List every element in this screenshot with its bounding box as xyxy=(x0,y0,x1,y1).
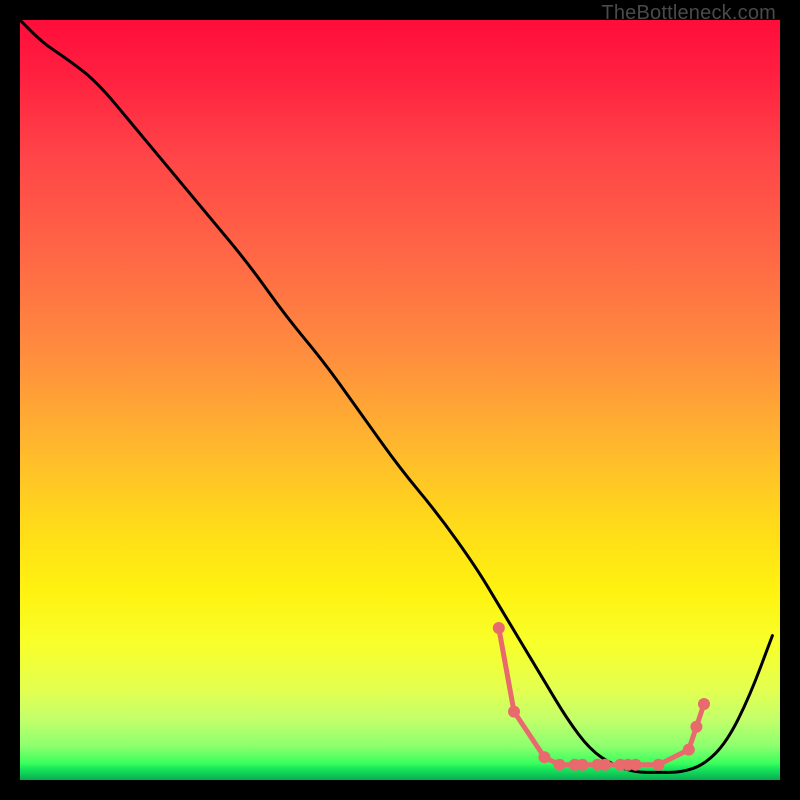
watermark-text: TheBottleneck.com xyxy=(601,2,776,25)
chart-frame: TheBottleneck.com xyxy=(0,0,800,800)
plot-gradient-area xyxy=(20,20,780,780)
